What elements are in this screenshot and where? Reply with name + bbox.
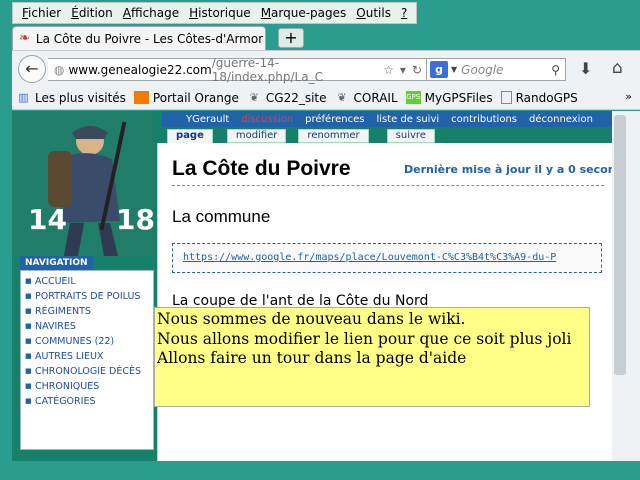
annotation-callout: Nous sommes de nouveau dans le wiki. Nou… bbox=[154, 307, 590, 407]
url-host: www.genealogie22.com bbox=[68, 62, 212, 77]
menu-edition[interactable]: Édition bbox=[66, 6, 118, 20]
nav-item-portraits[interactable]: ■ PORTRAITS DE POILUS bbox=[21, 290, 153, 303]
bullet-icon: ■ bbox=[25, 307, 32, 315]
nav-item-categories[interactable]: ■ CATÉGORIES bbox=[21, 395, 153, 408]
bullet-icon: ■ bbox=[25, 382, 32, 390]
home-icon[interactable]: ⌂ bbox=[612, 58, 623, 78]
desktop-background bbox=[0, 462, 640, 480]
bullet-icon: ■ bbox=[25, 337, 32, 345]
menu-marque-pages[interactable]: Marque-pages bbox=[256, 6, 352, 20]
nav-item-regiments[interactable]: ■ RÉGIMENTS bbox=[21, 305, 153, 318]
download-icon[interactable]: ⬇ bbox=[579, 59, 592, 78]
tab-page[interactable]: page bbox=[167, 129, 213, 143]
menu-bar: Fichier Édition Affichage Historique Mar… bbox=[12, 2, 418, 24]
section-heading: La commune bbox=[172, 207, 271, 226]
tab-edit[interactable]: modifier bbox=[226, 129, 287, 143]
nav-item-chronologie[interactable]: ■ CHRONOLOGIE DÉCÈS bbox=[21, 365, 153, 378]
page-actions: page modifier renommer suivre bbox=[167, 129, 435, 143]
bookmark-folder-icon: ▥ bbox=[18, 91, 29, 104]
tab-rename[interactable]: renommer bbox=[298, 129, 369, 143]
annotation-line-1: Nous sommes de nouveau dans le wiki. bbox=[157, 310, 466, 328]
bullet-icon: ■ bbox=[25, 397, 32, 405]
bookmarks-overflow-icon[interactable]: » bbox=[625, 90, 632, 103]
bookmark-portail-orange[interactable]: Portail Orange bbox=[133, 91, 239, 105]
search-placeholder: Google bbox=[461, 62, 504, 77]
corail-logo-icon: ❦ bbox=[337, 91, 347, 104]
back-button[interactable]: ← bbox=[18, 55, 46, 83]
site-logo[interactable]: 14 18 bbox=[12, 111, 155, 256]
bookmark-les-plus-visites[interactable]: ▥ Les plus visités bbox=[16, 91, 126, 105]
bookmark-star-icon[interactable]: ☆ bbox=[383, 63, 394, 77]
dropdown-arrow-icon[interactable]: ▾ bbox=[400, 63, 406, 77]
user-link[interactable]: YGerault bbox=[186, 114, 229, 125]
cg22-logo-icon: ❦ bbox=[249, 91, 259, 104]
search-icon[interactable]: ⚲ bbox=[551, 63, 565, 77]
engine-dropdown-icon[interactable]: ▼ bbox=[451, 65, 457, 74]
bullet-icon: ■ bbox=[25, 367, 32, 375]
menu-historique[interactable]: Historique bbox=[184, 6, 256, 20]
nav-item-navires[interactable]: ■ NAVIRES bbox=[21, 320, 153, 333]
bookmarks-toolbar: ▥ Les plus visités Portail Orange ❦ CG22_s… bbox=[12, 86, 640, 110]
title-divider bbox=[172, 185, 604, 186]
bookmark-mygpsfiles[interactable]: GPS MyGPSFiles bbox=[405, 91, 493, 105]
logout-link[interactable]: déconnexion bbox=[529, 114, 593, 125]
bullet-icon: ■ bbox=[25, 292, 32, 300]
page-icon bbox=[500, 91, 512, 104]
tab-title: La Côte du Poivre - Les Côtes-d'Armor d.… bbox=[35, 31, 266, 46]
tab-strip: ❧ La Côte du Poivre - Les Côtes-d'Armor … bbox=[12, 26, 640, 50]
annotation-line-3: Allons faire un tour dans la page d'aide bbox=[157, 349, 467, 367]
link-preformatted: https://www.google.fr/maps/place/Louvemo… bbox=[172, 243, 602, 273]
annotation-line-2: Nous allons modifier le lien pour que ce… bbox=[157, 329, 572, 348]
navigation-portlet: ■ ACCUEIL ■ PORTRAITS DE POILUS ■ RÉGIMENTS… bbox=[20, 270, 154, 450]
nav-item-communes[interactable]: ■ COMMUNES (22) bbox=[21, 335, 153, 348]
web-page: 14 18 YGerault discussion préférences li… bbox=[12, 111, 630, 461]
tab-follow[interactable]: suivre bbox=[386, 129, 435, 143]
bookmark-cg22-site[interactable]: ❦ CG22_site bbox=[247, 91, 327, 105]
last-updated: Dernière mise à jour il y a 0 seconde bbox=[404, 163, 630, 176]
menu-outils[interactable]: Outils bbox=[351, 6, 396, 20]
article-content: La Côte du Poivre Dernière mise à jour i… bbox=[157, 143, 630, 461]
discussion-link[interactable]: discussion bbox=[241, 114, 293, 125]
preferences-link[interactable]: préférences bbox=[305, 114, 364, 125]
vertical-scrollbar[interactable] bbox=[612, 111, 640, 461]
reload-icon[interactable]: ↻ bbox=[412, 63, 422, 77]
navigation-toolbar: ← ◍ www.genealogie22.com/guerre-14-18/in… bbox=[12, 50, 640, 86]
back-arrow-icon: ← bbox=[25, 59, 39, 78]
menu-fichier[interactable]: Fichier bbox=[17, 6, 66, 20]
menu-aide[interactable]: ? bbox=[396, 6, 412, 20]
nav-item-chroniques[interactable]: ■ CHRONIQUES bbox=[21, 380, 153, 393]
favicon-leaf-icon: ❧ bbox=[19, 31, 30, 46]
logo-year-left: 14 bbox=[28, 203, 67, 236]
new-tab-button[interactable]: + bbox=[278, 28, 304, 48]
watchlist-link[interactable]: liste de suivi bbox=[376, 114, 439, 125]
bullet-icon: ■ bbox=[25, 322, 32, 330]
url-bar[interactable]: ◍ www.genealogie22.com/guerre-14-18/inde… bbox=[48, 55, 428, 84]
tab-la-cote-du-poivre[interactable]: ❧ La Côte du Poivre - Les Côtes-d'Armor … bbox=[12, 26, 266, 50]
bookmark-corail[interactable]: ❦ CORAIL bbox=[335, 91, 397, 105]
maps-link[interactable]: https://www.google.fr/maps/place/Louvemo… bbox=[183, 252, 556, 263]
orange-logo-icon bbox=[133, 91, 149, 104]
nav-item-autres-lieux[interactable]: ■ AUTRES LIEUX bbox=[21, 350, 153, 363]
personal-tools-bar: YGerault discussion préférences liste de… bbox=[162, 111, 630, 127]
page-title: La Côte du Poivre bbox=[172, 157, 351, 180]
logo-year-right: 18 bbox=[116, 203, 155, 236]
navigation-header: NAVIGATION bbox=[20, 256, 93, 270]
bullet-icon: ■ bbox=[25, 277, 32, 285]
nav-item-accueil[interactable]: ■ ACCUEIL bbox=[21, 275, 153, 288]
contributions-link[interactable]: contributions bbox=[451, 114, 517, 125]
url-path: /guerre-14-18/index.php/La_C bbox=[211, 55, 323, 84]
scrollbar-thumb[interactable] bbox=[614, 115, 626, 375]
bookmark-randogps[interactable]: RandoGPS bbox=[500, 91, 578, 105]
globe-icon: ◍ bbox=[54, 62, 65, 77]
mygps-logo-icon: GPS bbox=[405, 91, 421, 104]
bullet-icon: ■ bbox=[25, 352, 32, 360]
google-engine-icon[interactable]: g bbox=[430, 61, 448, 78]
menu-affichage[interactable]: Affichage bbox=[118, 6, 184, 20]
search-box[interactable]: g ▼ Google ⚲ bbox=[426, 58, 566, 81]
